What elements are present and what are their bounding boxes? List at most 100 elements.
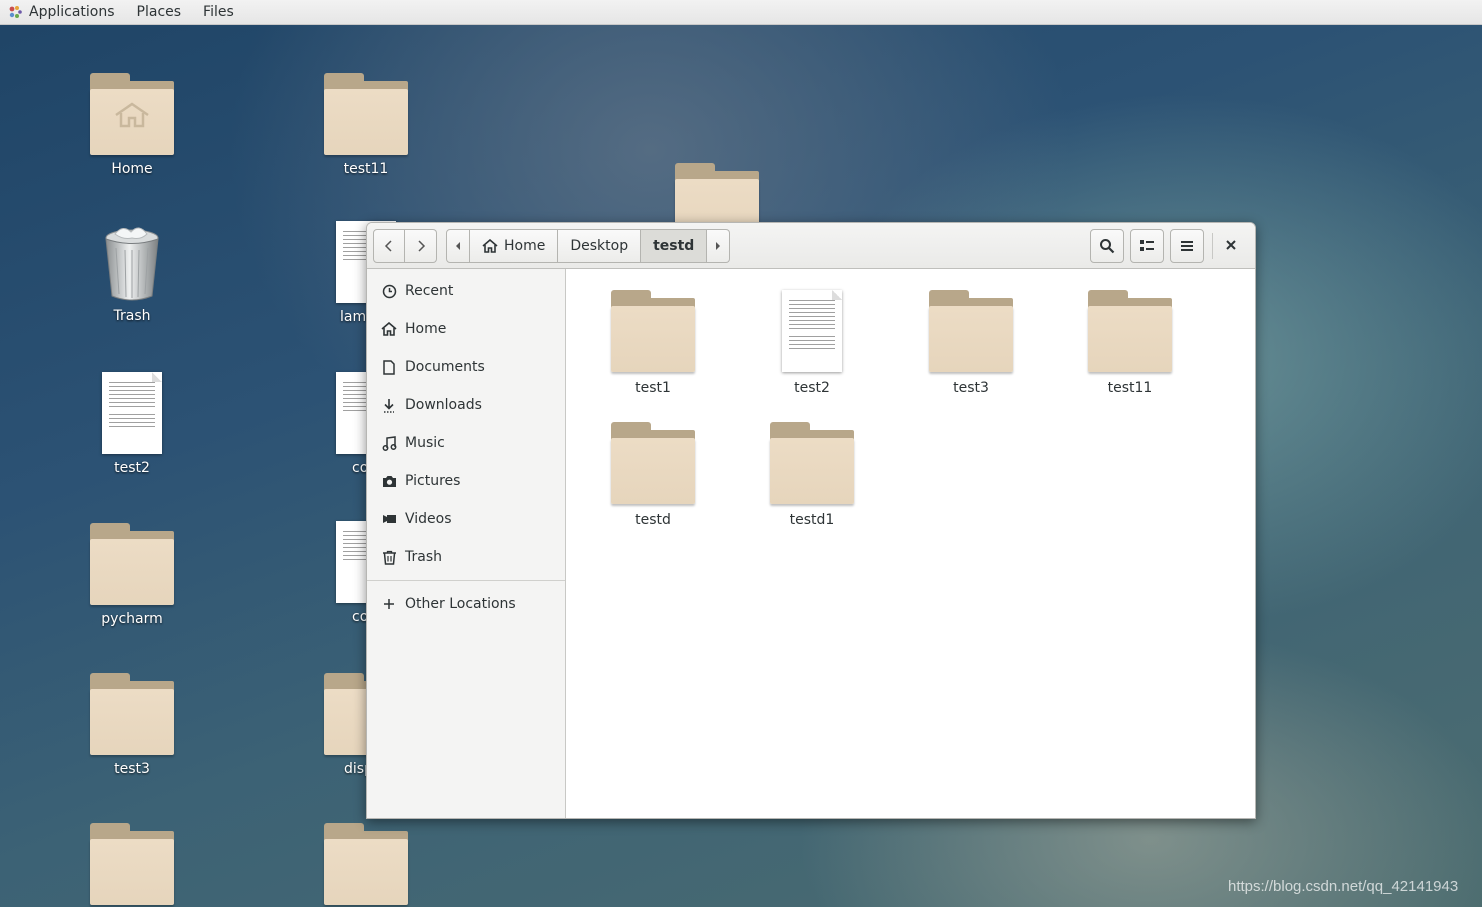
files-menu[interactable]: Files xyxy=(192,0,245,25)
desktop-icon-folder[interactable] xyxy=(72,823,192,905)
pathbar-label: Desktop xyxy=(570,238,629,254)
watermark-url: https://blog.csdn.net/qq_42141943 xyxy=(1228,878,1459,895)
document-icon xyxy=(381,359,397,375)
file-name: test3 xyxy=(953,380,989,396)
pathbar-desktop[interactable]: Desktop xyxy=(558,229,642,263)
pathbar-home[interactable]: Home xyxy=(470,229,559,263)
folder-icon xyxy=(929,290,1013,372)
applications-label: Applications xyxy=(29,4,115,20)
back-button[interactable] xyxy=(373,229,405,263)
file-item-testd1[interactable]: testd1 xyxy=(752,422,872,528)
sidebar-item-other-locations[interactable]: Other Locations xyxy=(367,585,565,623)
desktop-icon-label: Home xyxy=(111,161,153,177)
applications-menu[interactable]: Applications xyxy=(0,0,126,25)
folder-icon xyxy=(770,422,854,504)
sidebar-item-home[interactable]: Home xyxy=(367,310,565,348)
desktop-icon-folder-2[interactable] xyxy=(306,823,426,905)
desktop-icon-trash[interactable]: Trash xyxy=(72,226,192,324)
home-icon xyxy=(381,321,397,337)
file-view: test1 test2 test3 test11 testd testd1 xyxy=(567,270,1255,818)
files-label: Files xyxy=(203,4,234,20)
sidebar-item-label: Music xyxy=(405,435,445,451)
folder-icon xyxy=(1088,290,1172,372)
download-icon xyxy=(381,397,397,413)
sidebar-item-videos[interactable]: Videos xyxy=(367,500,565,538)
text-document-icon xyxy=(102,372,162,454)
home-icon xyxy=(482,239,498,253)
desktop-icon-test2[interactable]: test2 xyxy=(72,372,192,476)
file-name: test2 xyxy=(794,380,830,396)
desktop-icon-label: test11 xyxy=(343,161,389,177)
sidebar-item-label: Recent xyxy=(405,283,454,299)
folder-icon xyxy=(90,523,174,605)
sidebar-item-label: Documents xyxy=(405,359,485,375)
sidebar: Recent Home Documents Downloads Music Pi… xyxy=(367,269,566,818)
sidebar-item-label: Trash xyxy=(405,549,442,565)
file-item-test1[interactable]: test1 xyxy=(593,290,713,396)
sidebar-item-documents[interactable]: Documents xyxy=(367,348,565,386)
folder-icon xyxy=(324,823,408,905)
file-name: testd xyxy=(635,512,671,528)
sidebar-item-label: Videos xyxy=(405,511,452,527)
pathbar-label: Home xyxy=(504,238,546,254)
file-name: test11 xyxy=(1107,380,1153,396)
folder-icon xyxy=(90,823,174,905)
desktop-icon-test3[interactable]: test3 xyxy=(72,673,192,777)
sidebar-item-pictures[interactable]: Pictures xyxy=(367,462,565,500)
video-icon xyxy=(381,511,397,527)
file-name: testd1 xyxy=(789,512,835,528)
sidebar-item-music[interactable]: Music xyxy=(367,424,565,462)
desktop-icon-label: Trash xyxy=(113,308,151,324)
sidebar-item-label: Home xyxy=(405,321,447,337)
places-label: Places xyxy=(136,4,182,20)
path-bar: Home Desktop testd xyxy=(446,229,731,263)
folder-icon xyxy=(611,290,695,372)
view-toggle-button[interactable] xyxy=(1130,229,1164,263)
file-item-test11[interactable]: test11 xyxy=(1070,290,1190,396)
desktop-icon-home[interactable]: Home xyxy=(72,73,192,177)
text-document-icon xyxy=(782,290,842,372)
menu-button[interactable] xyxy=(1170,229,1204,263)
sidebar-item-label: Pictures xyxy=(405,473,461,489)
search-button[interactable] xyxy=(1090,229,1124,263)
pathbar-current[interactable]: testd xyxy=(641,229,708,263)
music-icon xyxy=(381,435,397,451)
file-manager-window: Home Desktop testd Recent Home Documents… xyxy=(366,222,1256,819)
sidebar-item-recent[interactable]: Recent xyxy=(367,272,565,310)
chevron-right-icon xyxy=(417,240,425,252)
desktop-icon-test11[interactable]: test11 xyxy=(306,73,426,177)
sidebar-item-label: Other Locations xyxy=(405,596,516,612)
pathbar-scroll-left-button[interactable] xyxy=(446,229,470,263)
sidebar-item-label: Downloads xyxy=(405,397,482,413)
desktop-icon-pycharm[interactable]: pycharm xyxy=(72,523,192,627)
list-view-icon xyxy=(1140,240,1154,251)
close-button[interactable] xyxy=(1221,235,1241,255)
desktop-icon-label: test3 xyxy=(114,761,150,777)
desktop-icon-label: pycharm xyxy=(101,611,163,627)
top-bar: Applications Places Files xyxy=(0,0,1482,25)
pathbar-scroll-right-button[interactable] xyxy=(707,229,731,263)
triangle-right-icon xyxy=(716,242,721,250)
places-menu[interactable]: Places xyxy=(126,0,193,25)
gnome-foot-icon xyxy=(8,5,23,20)
pathbar-label: testd xyxy=(653,238,695,254)
sidebar-item-downloads[interactable]: Downloads xyxy=(367,386,565,424)
folder-icon xyxy=(90,673,174,755)
close-icon xyxy=(1226,240,1236,250)
search-icon xyxy=(1100,239,1115,254)
forward-button[interactable] xyxy=(405,229,437,263)
file-name: test1 xyxy=(635,380,671,396)
file-item-testd[interactable]: testd xyxy=(593,422,713,528)
folder-icon xyxy=(324,73,408,155)
navigation-buttons xyxy=(373,229,437,263)
header-bar: Home Desktop testd xyxy=(367,223,1255,269)
header-separator xyxy=(1212,233,1213,259)
sidebar-separator xyxy=(367,580,565,581)
file-item-test2[interactable]: test2 xyxy=(752,290,872,396)
hamburger-icon xyxy=(1181,241,1193,251)
trash-icon xyxy=(381,549,397,565)
file-item-test3[interactable]: test3 xyxy=(911,290,1031,396)
home-folder-icon xyxy=(90,73,174,155)
plus-icon xyxy=(381,596,397,612)
sidebar-item-trash[interactable]: Trash xyxy=(367,538,565,576)
